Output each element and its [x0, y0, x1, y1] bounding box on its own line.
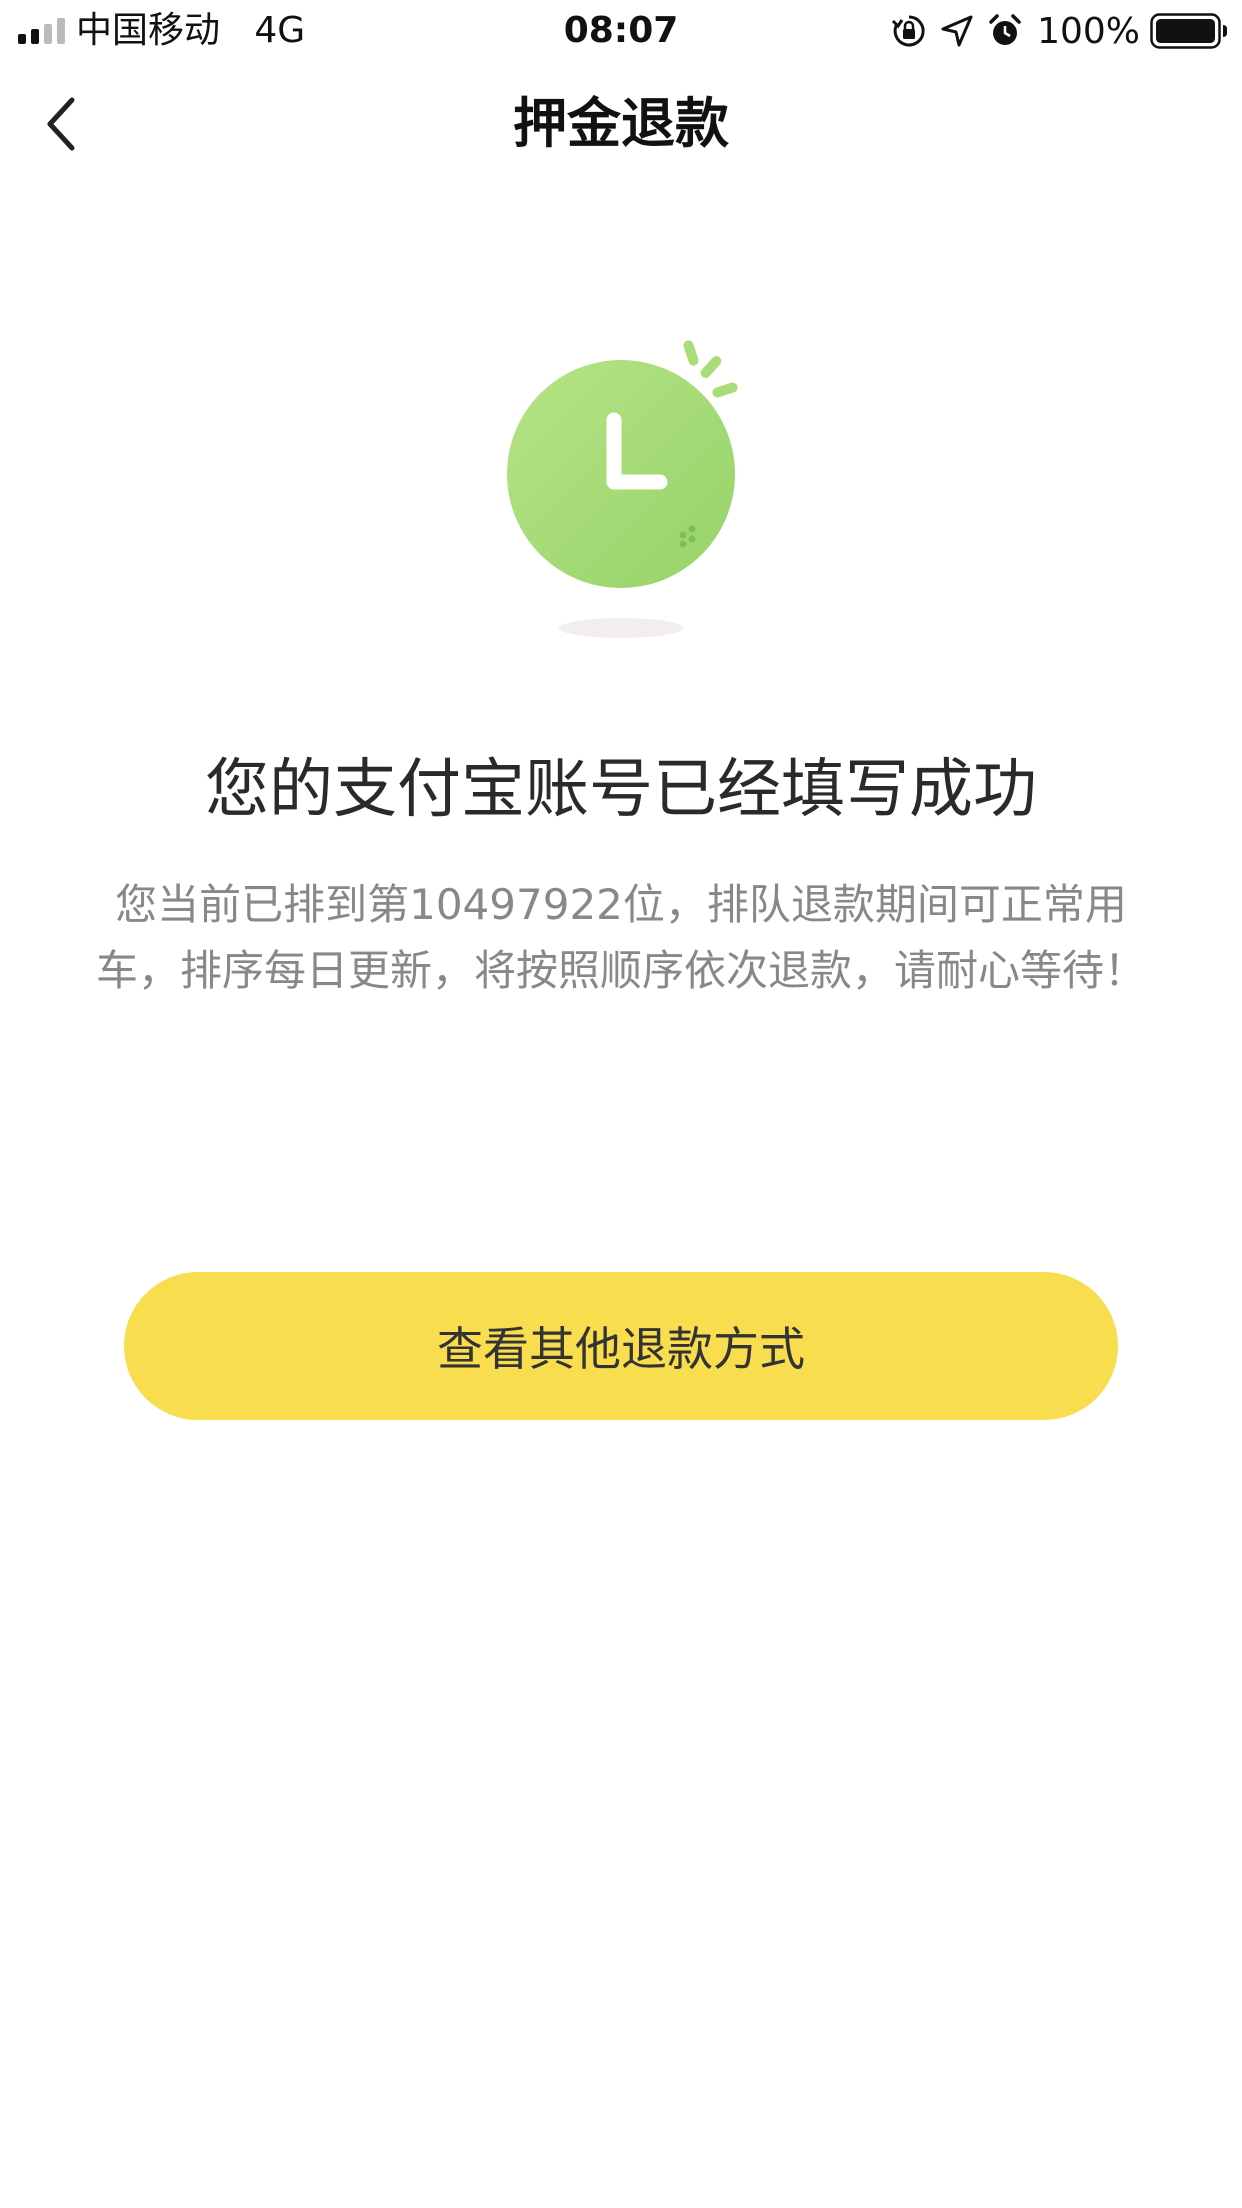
other-refund-methods-button[interactable]: 查看其他退款方式: [124, 1272, 1118, 1420]
success-heading: 您的支付宝账号已经填写成功: [205, 753, 1037, 827]
status-bar: 中国移动 4G 08:07 100%: [0, 0, 1242, 62]
location-icon: [941, 15, 973, 47]
battery-icon: [1150, 13, 1227, 49]
clock-icon: [507, 340, 738, 638]
page-title: 押金退款: [513, 92, 729, 155]
battery-percent: 100%: [1037, 10, 1140, 52]
status-right-group: 100%: [891, 10, 1228, 52]
nav-bar: 押金退款: [0, 62, 1242, 190]
orientation-lock-icon: [892, 15, 925, 47]
queue-description: 您当前已排到第10497922位，排队退款期间可正常用车，排序每日更新，将按照顺…: [95, 880, 1146, 995]
alarm-icon: [989, 14, 1021, 45]
